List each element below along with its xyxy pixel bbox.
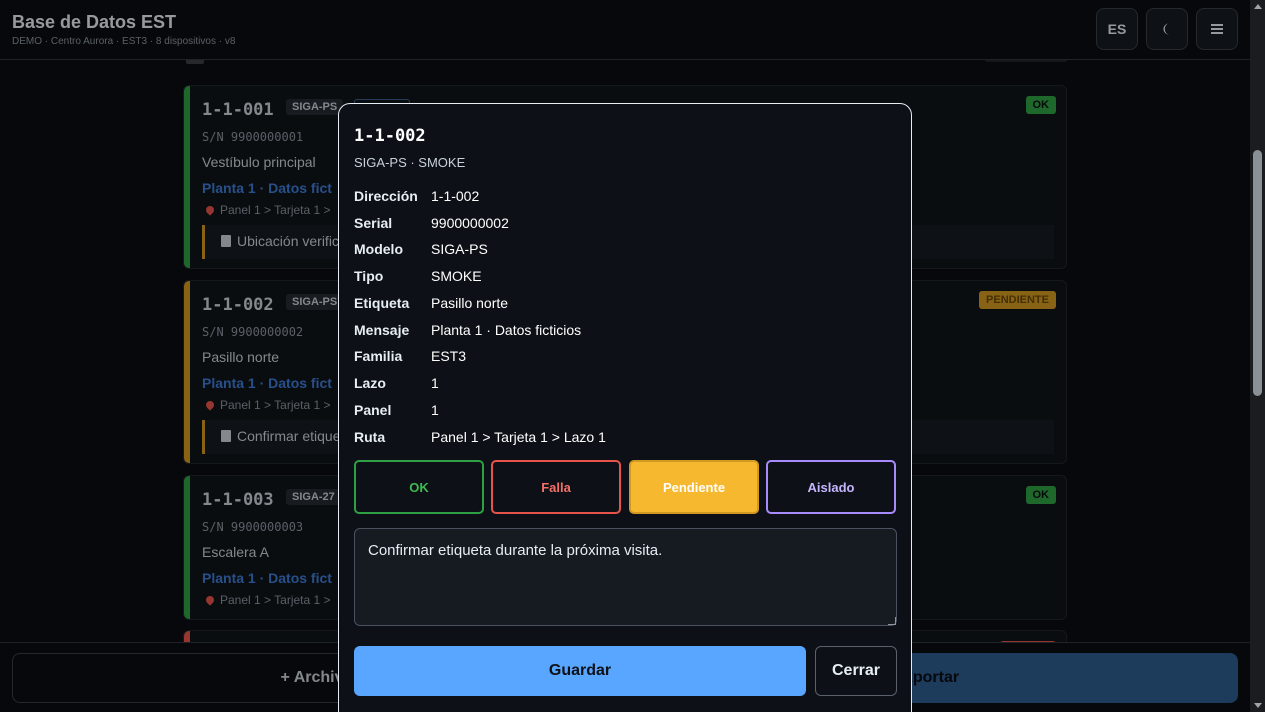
field-key: Serial — [354, 215, 393, 231]
field-key: Mensaje — [354, 322, 410, 338]
scroll-thumb[interactable] — [1253, 150, 1262, 396]
close-button[interactable]: Cerrar — [815, 646, 897, 696]
field-key: Tipo — [354, 268, 384, 284]
field-key: Lazo — [354, 375, 386, 391]
device-detail-modal: 1-1-002 SIGA-PS · SMOKE Dirección 1-1-00… — [338, 103, 912, 712]
field-value: 1-1-002 — [431, 188, 480, 204]
page-scrollbar[interactable] — [1250, 0, 1265, 712]
modal-subtitle: SIGA-PS · SMOKE — [354, 155, 466, 170]
modal-title: 1-1-002 — [354, 126, 426, 146]
field-key: Etiqueta — [354, 295, 410, 311]
status-pending-button[interactable]: Pendiente — [629, 460, 759, 514]
field-key: Ruta — [354, 429, 386, 445]
field-value: Planta 1 · Datos ficticios — [431, 322, 582, 338]
field-key: Panel — [354, 402, 392, 418]
field-value: SMOKE — [431, 268, 482, 284]
field-key: Familia — [354, 348, 403, 364]
field-value: 9900000002 — [431, 215, 509, 231]
field-key: Modelo — [354, 241, 403, 257]
scroll-down-arrow-icon[interactable] — [1254, 703, 1262, 708]
field-value: SIGA-PS — [431, 241, 488, 257]
status-fault-button[interactable]: Falla — [491, 460, 621, 514]
resize-handle-icon[interactable] — [888, 617, 896, 625]
field-value: 1 — [431, 402, 439, 418]
field-value: 1 — [431, 375, 439, 391]
field-value: Pasillo norte — [431, 295, 509, 311]
field-value: EST3 — [431, 348, 467, 364]
field-key: Dirección — [354, 188, 418, 204]
field-value: Panel 1 > Tarjeta 1 > Lazo 1 — [431, 429, 606, 445]
save-button[interactable]: Guardar — [354, 646, 806, 696]
status-ok-button[interactable]: OK — [354, 460, 484, 514]
notes-textarea[interactable]: Confirmar etiqueta durante la próxima vi… — [354, 528, 897, 626]
scroll-up-arrow-icon[interactable] — [1254, 4, 1262, 9]
status-isolated-button[interactable]: Aislado — [766, 460, 896, 514]
